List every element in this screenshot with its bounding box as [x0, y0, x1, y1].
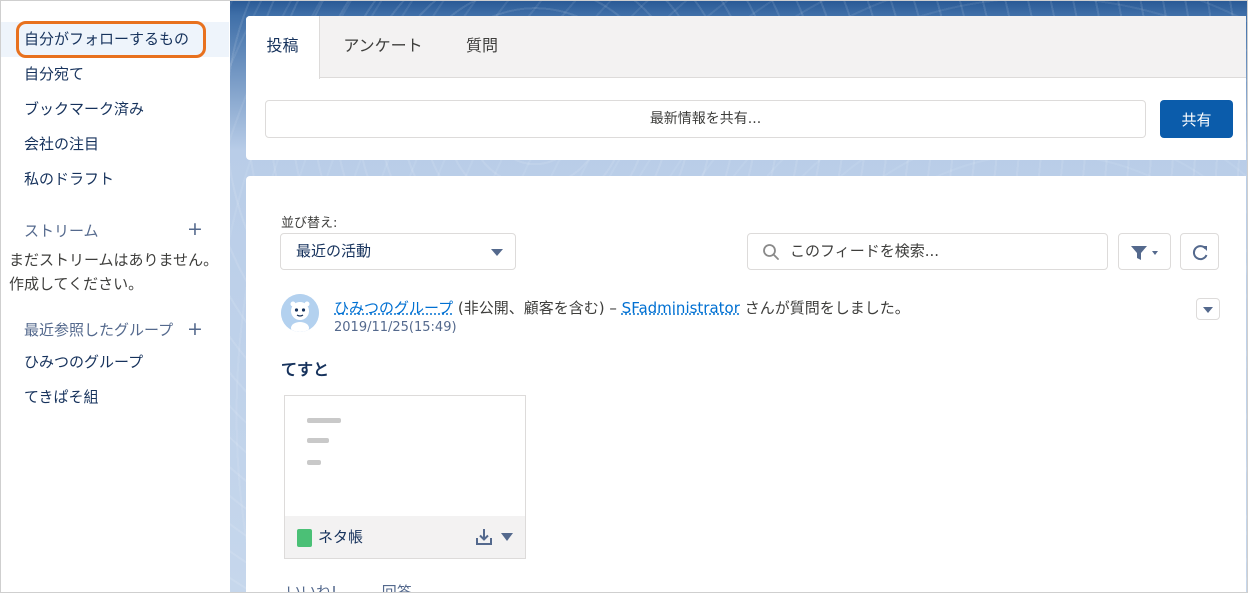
file-attachment[interactable]: ネタ帳	[284, 395, 526, 559]
sidebar-item-group-tekipaso[interactable]: てきぱそ組	[1, 380, 229, 415]
sidebar: 自分がフォローするもの 自分宛て ブックマーク済み 会社の注目 私のドラフト ス…	[1, 1, 229, 592]
tab-question[interactable]: 質問	[454, 16, 510, 78]
filter-button[interactable]	[1118, 233, 1171, 270]
publisher: 投稿 アンケート 質問 最新情報を共有... 共有	[246, 16, 1246, 160]
tab-poll[interactable]: アンケート	[330, 16, 436, 78]
answer-button[interactable]: 回答	[382, 583, 412, 592]
author-link[interactable]: SFadministrator	[622, 299, 740, 317]
recent-groups-title: 最近参照したグループ	[24, 321, 174, 339]
download-icon[interactable]	[474, 527, 494, 547]
add-group-plus-icon[interactable]: +	[187, 320, 203, 339]
refresh-icon	[1193, 245, 1208, 261]
file-preview	[307, 460, 321, 465]
file-preview	[307, 438, 329, 443]
add-stream-plus-icon[interactable]: +	[187, 220, 203, 239]
sidebar-item-to-me[interactable]: 自分宛て	[1, 57, 229, 92]
sort-select[interactable]: 最近の活動	[280, 233, 516, 270]
sidebar-item-drafts[interactable]: 私のドラフト	[1, 162, 229, 197]
search-placeholder: このフィードを検索...	[790, 242, 940, 260]
sort-label: 並び替え:	[281, 216, 338, 231]
post-menu-button[interactable]	[1196, 298, 1220, 320]
search-icon	[763, 244, 779, 260]
post-timestamp[interactable]: 2019/11/25(15:49)	[334, 320, 457, 335]
chevron-down-icon	[1203, 307, 1213, 313]
feed-search-input[interactable]: このフィードを検索...	[747, 233, 1108, 270]
share-update-input[interactable]: 最新情報を共有...	[265, 100, 1146, 138]
tab-post[interactable]: 投稿	[246, 16, 320, 79]
post-header: ひみつのグループ (非公開、顧客を含む) – SFadministrator さ…	[334, 297, 910, 318]
file-name[interactable]: ネタ帳	[318, 516, 363, 558]
separator: –	[609, 299, 617, 317]
astro-avatar-icon	[281, 294, 319, 332]
publisher-tabbar: 投稿 アンケート 質問	[246, 16, 1246, 79]
post-body: てすと	[281, 360, 330, 379]
group-note: (非公開、顧客を含む)	[457, 299, 605, 317]
refresh-button[interactable]	[1180, 233, 1219, 270]
sidebar-item-group-secret[interactable]: ひみつのグループ	[1, 345, 229, 380]
sidebar-item-company-highlights[interactable]: 会社の注目	[1, 127, 229, 162]
chevron-down-icon	[491, 249, 503, 256]
streams-empty-text: まだストリームはありません。 作成してください。	[9, 251, 219, 293]
avatar[interactable]	[281, 294, 319, 332]
like-button[interactable]: いいね!	[286, 583, 337, 592]
file-preview	[307, 418, 341, 423]
sort-value: 最近の活動	[296, 242, 372, 260]
sidebar-item-following[interactable]: 自分がフォローするもの	[1, 22, 229, 57]
spreadsheet-icon	[297, 529, 312, 547]
group-link[interactable]: ひみつのグループ	[334, 299, 453, 317]
post-actions: いいね! 回答	[286, 581, 412, 592]
file-footer: ネタ帳	[285, 516, 525, 558]
filter-icon	[1131, 246, 1158, 260]
streams-title: ストリーム	[24, 222, 99, 240]
post-action-text: さんが質問をしました。	[744, 299, 910, 317]
feed: 並び替え: 最近の活動 このフィードを検索... ひみつのグループ (非公開、顧…	[246, 176, 1246, 592]
sidebar-item-bookmarked[interactable]: ブックマーク済み	[1, 92, 229, 127]
chevron-down-icon[interactable]	[501, 533, 513, 541]
share-button[interactable]: 共有	[1160, 100, 1233, 138]
